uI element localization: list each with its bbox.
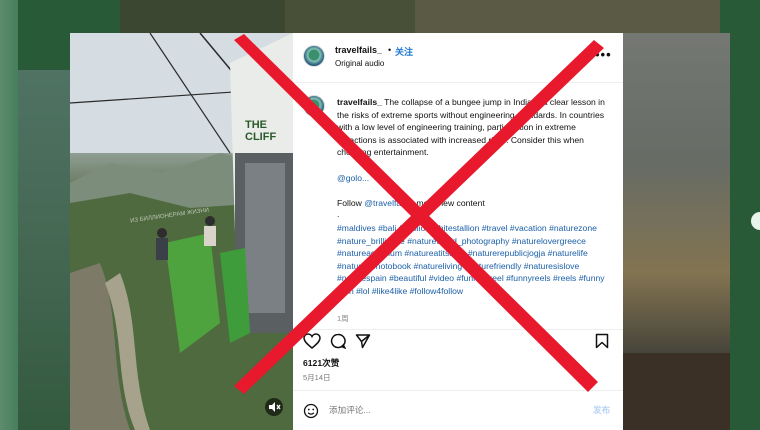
- post-username[interactable]: travelfails_: [335, 45, 382, 55]
- caption-time: 1周: [337, 314, 349, 323]
- avatar[interactable]: [303, 45, 325, 67]
- cliff-sign-text: THE CLIFF: [245, 119, 277, 143]
- follow-text-prefix: Follow: [337, 198, 365, 208]
- bookmark-icon[interactable]: [595, 333, 609, 349]
- hashtag-list[interactable]: #maldives #bali #stallion whitestallion …: [337, 222, 617, 298]
- caption-avatar[interactable]: [303, 95, 325, 117]
- post-header: travelfails_ • 关注 Original audio •••: [293, 33, 623, 83]
- follow-link[interactable]: @travelfails_: [364, 198, 414, 208]
- follow-dot: .: [337, 209, 340, 219]
- post-comment-button[interactable]: 发布: [593, 404, 610, 416]
- video-frame: [70, 33, 293, 430]
- follow-button[interactable]: 关注: [395, 45, 413, 58]
- caption: travelfails_ The collapse of a bungee ju…: [337, 96, 617, 159]
- mute-icon: [269, 402, 281, 412]
- comment-icon[interactable]: [330, 333, 346, 349]
- share-icon[interactable]: [355, 333, 371, 349]
- like-count[interactable]: 6121次赞: [303, 357, 339, 369]
- post-info-panel: travelfails_ • 关注 Original audio ••• tra…: [293, 33, 623, 430]
- follow-line: Follow @travelfails_ more new content: [337, 198, 485, 208]
- post-modal: THE CLIFF ИЗ БИЛЛИОНЕРАМ ЖИЗНИ travelfai…: [70, 33, 623, 430]
- emoji-icon[interactable]: [303, 403, 319, 419]
- caption-username[interactable]: travelfails_: [337, 97, 382, 107]
- caption-mention[interactable]: @golo...: [337, 173, 369, 183]
- more-icon[interactable]: •••: [595, 47, 612, 62]
- follow-text-suffix: more new content: [414, 198, 485, 208]
- separator-dot: •: [388, 45, 392, 55]
- audio-label[interactable]: Original audio: [335, 59, 384, 68]
- mute-button[interactable]: [265, 398, 283, 416]
- video-player[interactable]: THE CLIFF ИЗ БИЛЛИОНЕРАМ ЖИЗНИ: [70, 33, 293, 430]
- heart-icon[interactable]: [303, 333, 321, 349]
- comment-input[interactable]: [329, 403, 569, 417]
- post-date: 5月14日: [303, 373, 331, 382]
- comment-bar: 发布: [293, 390, 623, 430]
